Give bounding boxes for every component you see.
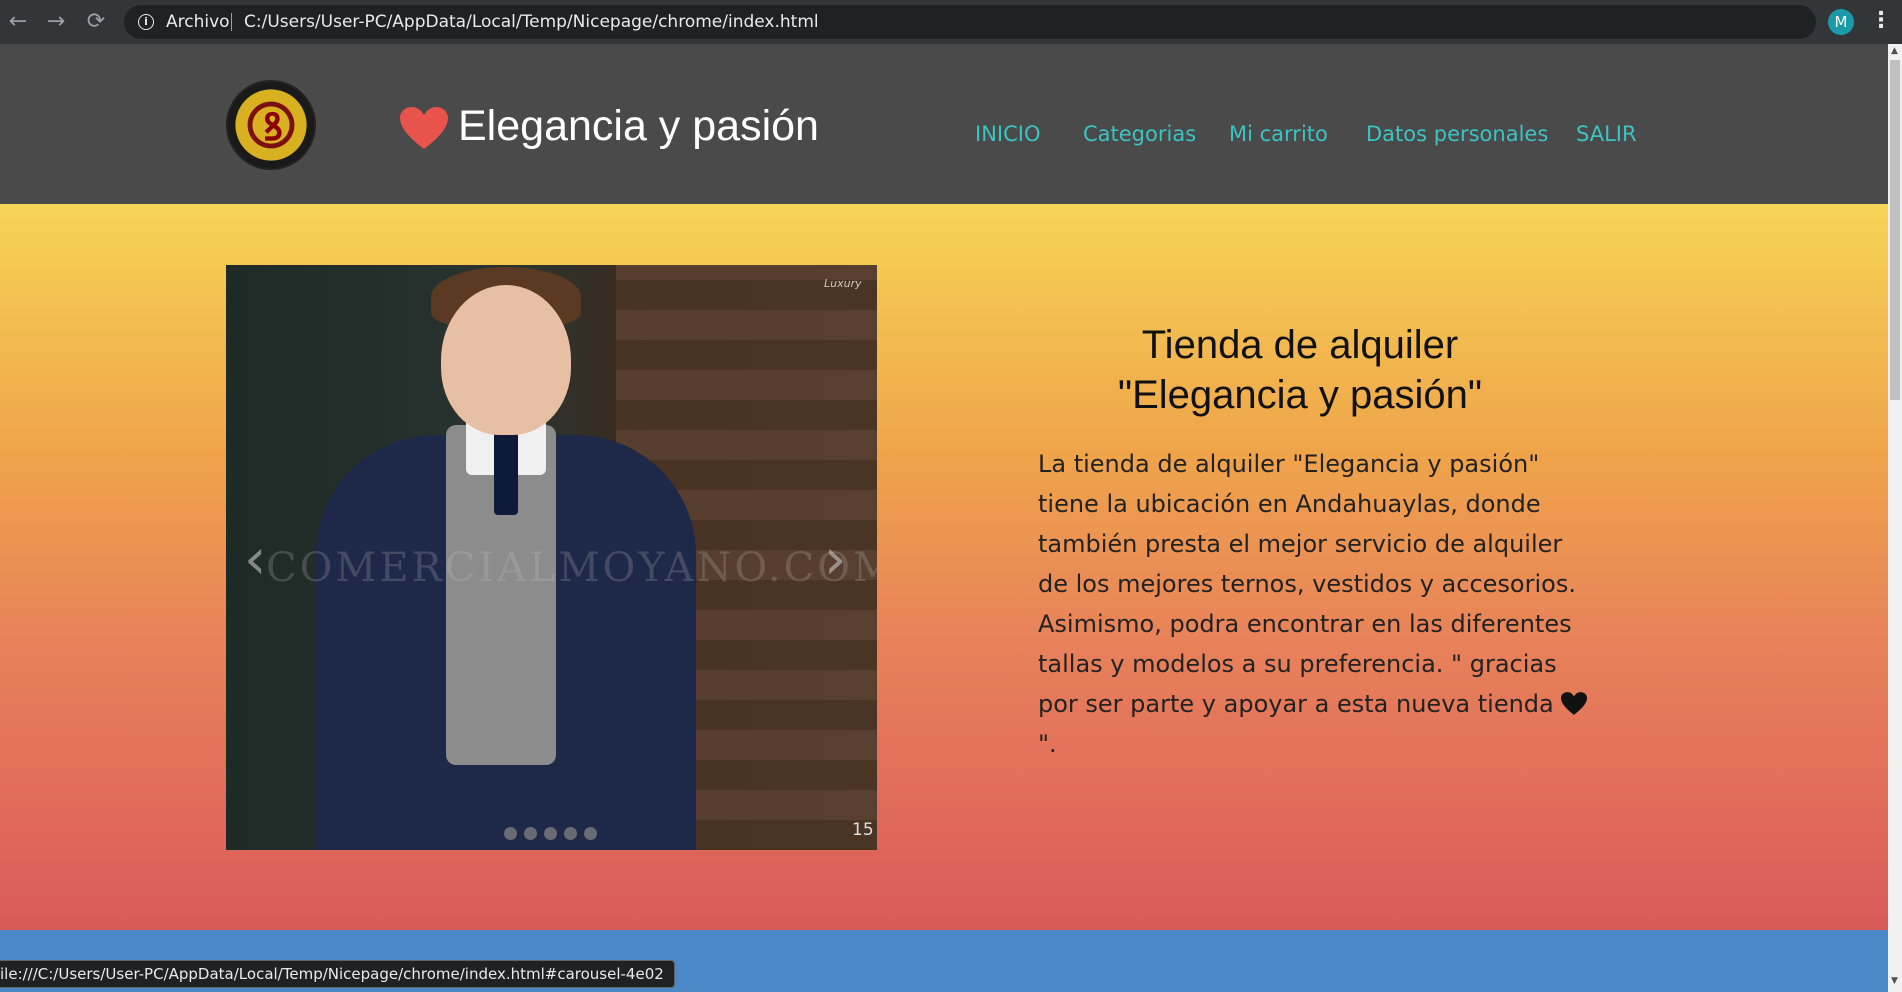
black-heart-icon	[1561, 692, 1588, 715]
university-logo[interactable]: ꝸ	[226, 80, 316, 170]
hero-title: Tienda de alquiler "Elegancia y pasión"	[1040, 320, 1560, 420]
hero-description: La tienda de alquiler "Elegancia y pasió…	[1038, 444, 1598, 764]
browser-menu-icon[interactable]: ⋮	[1870, 8, 1892, 33]
url-text[interactable]: C:/Users/User-PC/AppData/Local/Temp/Nice…	[244, 12, 819, 32]
nav-inicio[interactable]: INICIO	[975, 122, 1040, 146]
reload-icon[interactable]: ⟳	[84, 10, 108, 34]
photo-watermark: COMERCIALMOYANO.COM	[266, 545, 877, 591]
photo-brand-mark: Luxury	[824, 277, 862, 290]
info-icon[interactable]: i	[138, 14, 154, 30]
carousel-dot[interactable]	[584, 827, 597, 840]
page-scrollbar[interactable]: ▲ ▼	[1888, 44, 1902, 992]
slide-number: 15	[852, 820, 874, 840]
carousel-dot[interactable]	[564, 827, 577, 840]
logo-emblem: ꝸ	[263, 104, 283, 149]
carousel-dot[interactable]	[544, 827, 557, 840]
scroll-thumb[interactable]	[1890, 60, 1900, 400]
carousel-prev-icon[interactable]: ‹	[244, 527, 266, 592]
back-icon[interactable]: ←	[6, 10, 30, 34]
image-carousel[interactable]: COMERCIALMOYANO.COM Luxury ‹ › 15	[226, 265, 877, 850]
address-bar[interactable]: i Archivo C:/Users/User-PC/AppData/Local…	[124, 5, 1816, 39]
nav-datos-personales[interactable]: Datos personales	[1366, 122, 1548, 146]
link-status-bubble: ile:///C:/Users/User-PC/AppData/Local/Te…	[0, 960, 675, 988]
forward-icon[interactable]: →	[44, 10, 68, 34]
hero-section: COMERCIALMOYANO.COM Luxury ‹ › 15 Tienda…	[0, 204, 1888, 930]
site-header: ꝸ Elegancia y pasión INICIO Categorias M…	[0, 44, 1888, 204]
hero-description-text: La tienda de alquiler "Elegancia y pasió…	[1038, 450, 1576, 718]
profile-avatar[interactable]: M	[1828, 9, 1854, 35]
carousel-dot[interactable]	[524, 827, 537, 840]
hero-description-end: ".	[1038, 730, 1057, 758]
scroll-up-icon[interactable]: ▲	[1891, 46, 1898, 56]
heart-icon	[400, 107, 448, 149]
hero-title-line-1: Tienda de alquiler	[1141, 323, 1459, 367]
nav-salir[interactable]: SALIR	[1576, 122, 1637, 146]
carousel-next-icon[interactable]: ›	[824, 527, 846, 592]
site-title[interactable]: Elegancia y pasión	[458, 102, 819, 151]
url-scheme-label: Archivo	[166, 12, 230, 32]
url-separator	[231, 13, 232, 31]
carousel-indicators	[504, 825, 604, 844]
hero-title-line-2: "Elegancia y pasión"	[1117, 373, 1483, 417]
browser-toolbar: ← → ⟳ i Archivo C:/Users/User-PC/AppData…	[0, 0, 1902, 44]
scroll-down-icon[interactable]: ▼	[1891, 976, 1898, 986]
nav-categorias[interactable]: Categorias	[1083, 122, 1196, 146]
model-face	[441, 285, 571, 435]
status-url-text: ile:///C:/Users/User-PC/AppData/Local/Te…	[0, 965, 664, 983]
carousel-dot[interactable]	[504, 827, 517, 840]
nav-mi-carrito[interactable]: Mi carrito	[1229, 122, 1328, 146]
